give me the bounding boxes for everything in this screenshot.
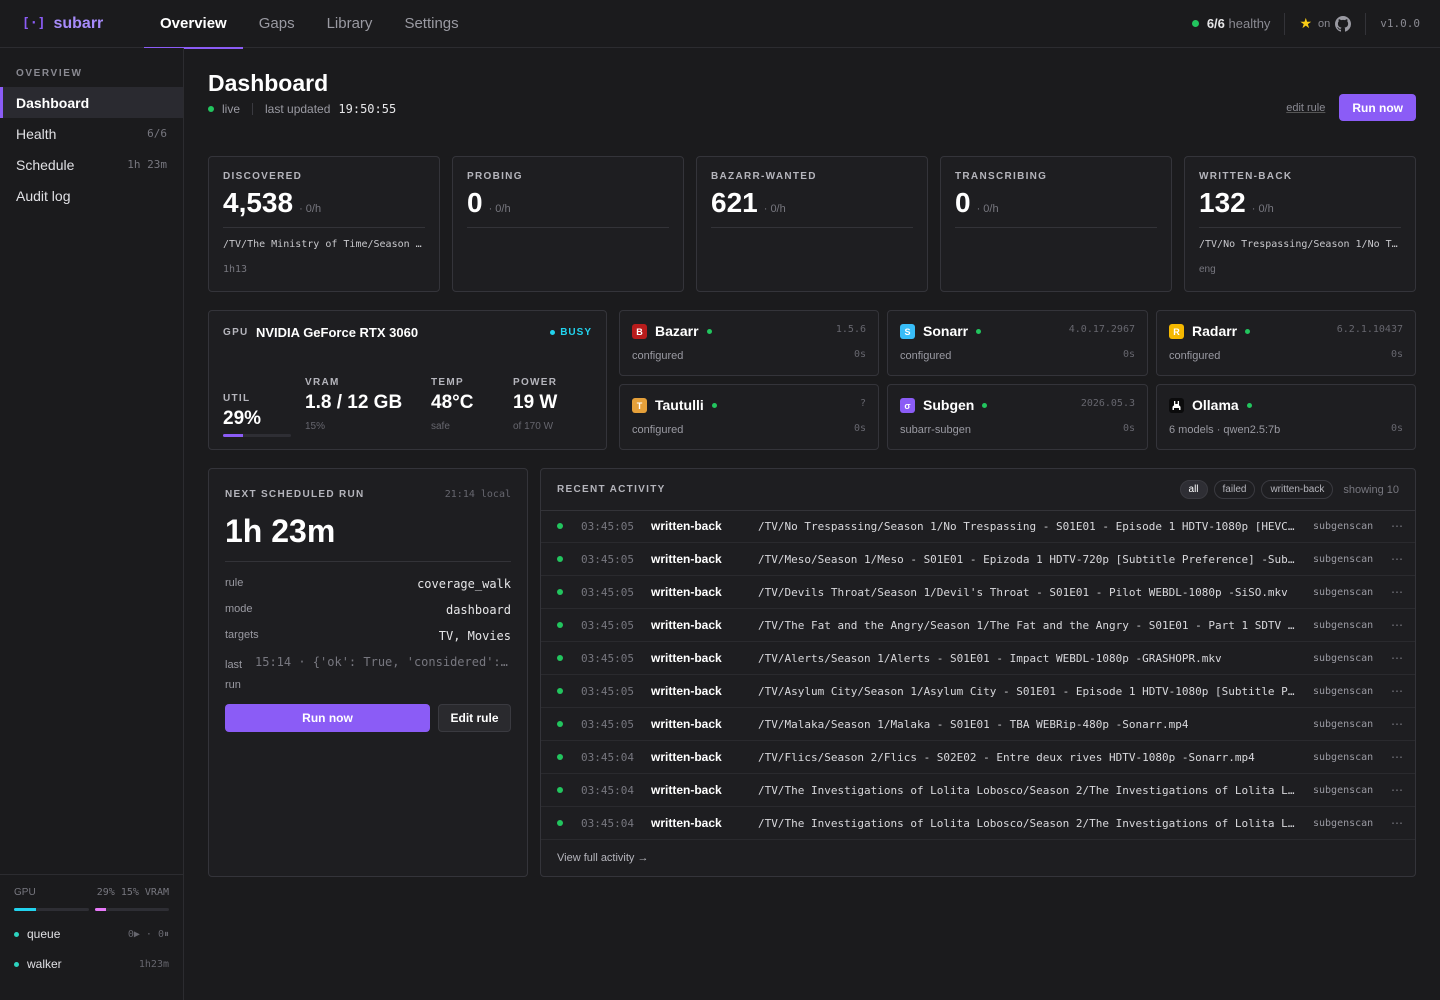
sidebar-item-schedule[interactable]: Schedule 1h 23m [0, 149, 183, 180]
stat-card-bazarr-wanted[interactable]: BAZARR-WANTED 621 · 0/h [696, 156, 928, 292]
tab-library[interactable]: Library [311, 0, 389, 48]
star-label: on [1318, 17, 1331, 30]
sidebar-walker[interactable]: walker 1h23m [14, 957, 169, 971]
sidebar-gpu-vram-bar [94, 908, 169, 911]
live-label: live [222, 102, 241, 116]
stat-card-discovered[interactable]: DISCOVERED 4,538 · 0/h /TV/The Ministry o… [208, 156, 440, 292]
last-updated-time: 19:50:55 [338, 102, 397, 116]
gpu-util-bar [223, 434, 291, 437]
activity-list: 03:45:05 written-back/TV/No Trespassing/S… [541, 510, 1415, 840]
activity-row[interactable]: 03:45:04 written-back/TV/The Investigatio… [541, 774, 1415, 807]
row-more-icon[interactable]: ⋯ [1391, 552, 1403, 566]
sidebar: OVERVIEW Dashboard Health 6/6 Schedule 1h … [0, 48, 184, 1000]
service-card-tautulli[interactable]: T Tautulli ? configured 0s [619, 384, 879, 450]
app-name: subarr [53, 14, 104, 32]
next-run-countdown: 1h 23m [225, 513, 336, 549]
activity-filters: all failed written-back showing 10 [1179, 480, 1399, 499]
activity-row[interactable]: 03:45:05 written-back/TV/Malaka/Season 1/… [541, 708, 1415, 741]
sidebar-gpu-util-bar [14, 908, 89, 911]
row-more-icon[interactable]: ⋯ [1391, 519, 1403, 533]
activity-row[interactable]: 03:45:04 written-back/TV/The Investigatio… [541, 807, 1415, 840]
activity-row[interactable]: 03:45:04 written-back/TV/Flics/Season 2/F… [541, 741, 1415, 774]
ollama-icon [1169, 398, 1184, 413]
gpu-vram: VRAM 1.8 / 12 GB 15% [305, 377, 403, 432]
filter-written-back[interactable]: written-back [1261, 480, 1334, 499]
row-more-icon[interactable]: ⋯ [1391, 651, 1403, 665]
next-run-run-now-button[interactable]: Run now [225, 704, 430, 732]
page-subtitle: live last updated 19:50:55 [208, 102, 396, 116]
star-icon[interactable]: ★ [1299, 15, 1312, 32]
activity-count: showing 10 [1343, 483, 1399, 496]
health-dot [1191, 20, 1199, 27]
github-icon[interactable] [1335, 15, 1352, 32]
sidebar-item-dashboard[interactable]: Dashboard [0, 87, 183, 118]
service-card-subgen[interactable]: σ Subgen 2026.05.3 subarr-subgen 0s [887, 384, 1148, 450]
filter-failed[interactable]: failed [1213, 480, 1256, 499]
tautulli-icon: T [632, 398, 647, 413]
sidebar-queue[interactable]: queue 0▶ · 0⏸ [14, 927, 169, 941]
app-logo[interactable]: [·] subarr [22, 15, 144, 33]
subgen-icon: σ [900, 398, 915, 413]
next-run-last: last run 15:14 · {'ok': True, 'considere… [225, 655, 511, 691]
sidebar-heading: OVERVIEW [16, 68, 83, 79]
service-card-radarr[interactable]: R Radarr 6.2.1.10437 configured 0s [1156, 310, 1416, 376]
tab-settings[interactable]: Settings [388, 0, 474, 48]
version-label: v1.0.0 [1380, 17, 1420, 30]
activity-row[interactable]: 03:45:05 written-back/TV/The Fat and the … [541, 609, 1415, 642]
gpu-util: UTIL 29% [223, 393, 262, 429]
service-card-ollama[interactable]: Ollama 6 models · qwen2.5:7b 0s [1156, 384, 1416, 450]
gpu-name: NVIDIA GeForce RTX 3060 [256, 325, 419, 340]
live-dot [208, 106, 214, 112]
activity-row[interactable]: 03:45:05 written-back/TV/Asylum City/Seas… [541, 675, 1415, 708]
bazarr-icon: B [632, 324, 647, 339]
top-bar: [·] subarr Overview Gaps Library Setting… [0, 0, 1440, 49]
recent-activity-card: RECENT ACTIVITY all failed written-back … [540, 468, 1416, 877]
filter-all[interactable]: all [1179, 480, 1208, 499]
next-run-local-time: 21:14 local [444, 489, 511, 500]
row-more-icon[interactable]: ⋯ [1391, 750, 1403, 764]
sidebar-item-audit-log[interactable]: Audit log [0, 180, 183, 211]
health-status[interactable]: 6/6 healthy [1207, 16, 1271, 31]
row-more-icon[interactable]: ⋯ [1391, 783, 1403, 797]
main-content: Dashboard live last updated 19:50:55 edi… [184, 48, 1440, 1000]
radarr-icon: R [1169, 324, 1184, 339]
service-card-bazarr[interactable]: B Bazarr 1.5.6 configured 0s [619, 310, 879, 376]
stat-card-transcribing[interactable]: TRANSCRIBING 0 · 0/h [940, 156, 1172, 292]
gpu-temp: TEMP 48°C safe [431, 377, 474, 432]
sidebar-item-health[interactable]: Health 6/6 [0, 118, 183, 149]
logo-mark: [·] [22, 16, 46, 31]
activity-row[interactable]: 03:45:05 written-back/TV/No Trespassing/S… [541, 510, 1415, 543]
activity-row[interactable]: 03:45:05 written-back/TV/Meso/Season 1/Me… [541, 543, 1415, 576]
gpu-status-badge: BUSY [550, 327, 592, 338]
top-status: 6/6 healthy ★ on v1.0.0 [1191, 0, 1420, 48]
row-more-icon[interactable]: ⋯ [1391, 618, 1403, 632]
service-card-sonarr[interactable]: S Sonarr 4.0.17.2967 configured 0s [887, 310, 1148, 376]
next-run-edit-rule-button[interactable]: Edit rule [438, 704, 511, 732]
tab-overview[interactable]: Overview [144, 0, 243, 49]
view-full-activity-link[interactable]: View full activity → [557, 852, 649, 864]
activity-row[interactable]: 03:45:05 written-back/TV/Alerts/Season 1/… [541, 642, 1415, 675]
gpu-power: POWER 19 W of 170 W [513, 377, 558, 432]
edit-rule-link[interactable]: edit rule [1286, 102, 1325, 114]
main-nav: Overview Gaps Library Settings [144, 0, 475, 49]
row-more-icon[interactable]: ⋯ [1391, 585, 1403, 599]
run-now-button[interactable]: Run now [1339, 94, 1416, 121]
next-run-rule: rule coverage_walk [225, 577, 511, 591]
sonarr-icon: S [900, 324, 915, 339]
row-more-icon[interactable]: ⋯ [1391, 684, 1403, 698]
page-title: Dashboard [208, 70, 329, 96]
tab-gaps[interactable]: Gaps [243, 0, 311, 48]
next-run-card: NEXT SCHEDULED RUN 21:14 local 1h 23m ru… [208, 468, 528, 877]
sidebar-gpu: GPU 29% 15% VRAM [14, 887, 169, 898]
row-more-icon[interactable]: ⋯ [1391, 717, 1403, 731]
next-run-mode: mode dashboard [225, 603, 511, 617]
stat-card-written-back[interactable]: WRITTEN-BACK 132 · 0/h /TV/No Trespassing… [1184, 156, 1416, 292]
next-run-targets: targets TV, Movies [225, 629, 511, 643]
gpu-card: GPU NVIDIA GeForce RTX 3060 BUSY UTIL 29… [208, 310, 607, 450]
last-updated-label: last updated [265, 102, 331, 116]
sidebar-status: GPU 29% 15% VRAM queue 0▶ · 0⏸ walker 1h… [0, 874, 183, 1000]
stat-card-probing[interactable]: PROBING 0 · 0/h [452, 156, 684, 292]
activity-row[interactable]: 03:45:05 written-back/TV/Devils Throat/Se… [541, 576, 1415, 609]
row-more-icon[interactable]: ⋯ [1391, 816, 1403, 830]
